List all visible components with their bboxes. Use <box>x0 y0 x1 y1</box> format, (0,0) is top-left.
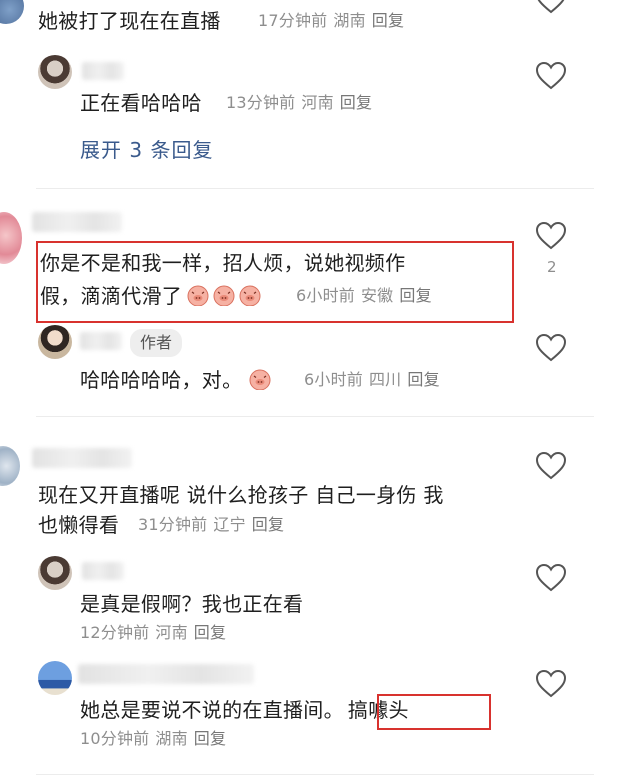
avatar[interactable] <box>38 661 72 695</box>
location: 四川 <box>368 370 402 389</box>
reply-meta: 12分钟前 河南 回复 <box>80 618 232 648</box>
reply-meta: 6小时前 四川 回复 <box>304 365 446 395</box>
username-blurred[interactable] <box>82 562 124 580</box>
location: 湖南 <box>333 11 366 30</box>
comment-meta: 17分钟前 湖南 回复 <box>258 6 410 36</box>
location: 河南 <box>301 93 334 112</box>
comment-text-line2: 假，滴滴代滑了 <box>40 281 264 311</box>
like-button[interactable] <box>536 564 566 592</box>
reply-text: 她总是要说不说的在直播间。 搞噱头 <box>80 695 409 725</box>
avatar[interactable] <box>0 0 24 24</box>
avatar[interactable] <box>38 325 72 359</box>
like-button[interactable] <box>536 62 566 90</box>
username-blurred[interactable] <box>80 332 122 350</box>
comment-text-line2: 也懒得看 <box>38 510 119 540</box>
username-blurred[interactable] <box>32 212 122 232</box>
reply-text: 正在看哈哈哈 <box>80 88 202 118</box>
reply-button[interactable]: 回复 <box>372 11 404 30</box>
comment-body-line1: 现在又开直播呢 说什么抢孩子 自己一身伤 我 <box>38 483 444 507</box>
timestamp: 17分钟前 <box>258 11 328 30</box>
username-blurred[interactable] <box>32 448 132 468</box>
reply-text: 是真是假啊？我也正在看 <box>80 589 303 619</box>
like-button[interactable] <box>536 0 566 14</box>
reply-body: 她总是要说不说的在直播间。 <box>80 698 344 722</box>
reply-button[interactable]: 回复 <box>252 515 284 534</box>
timestamp: 6小时前 <box>304 370 363 389</box>
divider <box>36 774 594 775</box>
heart-outline-icon <box>536 564 566 592</box>
reply-body: 哈哈哈哈哈，对。 <box>80 368 243 392</box>
timestamp: 13分钟前 <box>226 93 296 112</box>
reply-button[interactable]: 回复 <box>194 729 226 748</box>
like-count: 2 <box>547 258 557 276</box>
highlight-box <box>377 694 491 730</box>
username-blurred[interactable] <box>78 664 254 684</box>
heart-outline-icon <box>536 62 566 90</box>
comment-text: 她被打了现在在直播 <box>38 6 221 36</box>
comment-body-line1: 你是不是和我一样，招人烦，说她视频作 <box>40 251 406 275</box>
timestamp: 12分钟前 <box>80 623 150 642</box>
location: 辽宁 <box>213 515 246 534</box>
location: 湖南 <box>155 729 188 748</box>
expand-replies-link[interactable]: 展开 3 条回复 <box>80 134 213 163</box>
author-badge: 作者 <box>130 329 183 357</box>
avatar[interactable] <box>38 556 72 590</box>
pig-face-emoji-icon <box>238 284 264 308</box>
comment-text: 现在又开直播呢 说什么抢孩子 自己一身伤 我 <box>38 480 444 510</box>
pig-face-emoji-icon <box>248 368 274 392</box>
reply-body: 是真是假啊？我也正在看 <box>80 592 304 616</box>
pig-face-emoji-icon <box>186 284 212 308</box>
comment-body-line2: 假，滴滴代滑了 <box>40 284 183 308</box>
reply-text: 哈哈哈哈哈，对。 <box>80 365 274 395</box>
reply-button[interactable]: 回复 <box>399 286 431 305</box>
like-button[interactable] <box>536 222 566 250</box>
avatar[interactable] <box>0 212 22 264</box>
comment-body: 她被打了现在在直播 <box>38 9 221 33</box>
comment-meta: 6小时前 安徽 回复 <box>296 281 438 311</box>
heart-outline-icon <box>536 334 566 362</box>
like-button[interactable] <box>536 670 566 698</box>
location: 河南 <box>155 623 188 642</box>
location: 安徽 <box>360 286 394 305</box>
username-blurred[interactable] <box>82 62 124 80</box>
reply-meta: 13分钟前 河南 回复 <box>226 88 378 118</box>
avatar[interactable] <box>38 55 72 89</box>
like-button[interactable] <box>536 334 566 362</box>
divider <box>36 188 594 189</box>
divider <box>36 416 594 417</box>
pig-face-emoji-icon <box>212 284 238 308</box>
timestamp: 10分钟前 <box>80 729 150 748</box>
heart-outline-icon <box>537 0 565 14</box>
comment-meta: 31分钟前 辽宁 回复 <box>138 510 290 540</box>
reply-body: 正在看哈哈哈 <box>80 91 202 115</box>
comment-body-line2: 也懒得看 <box>38 513 120 537</box>
comment-text: 你是不是和我一样，招人烦，说她视频作 <box>40 248 405 278</box>
reply-button[interactable]: 回复 <box>194 623 226 642</box>
like-button[interactable] <box>536 452 566 480</box>
reply-meta: 10分钟前 湖南 回复 <box>80 724 232 754</box>
avatar[interactable] <box>0 446 20 486</box>
timestamp: 6小时前 <box>296 286 355 305</box>
reply-button[interactable]: 回复 <box>407 370 439 389</box>
reply-button[interactable]: 回复 <box>340 93 372 112</box>
heart-outline-icon <box>536 222 566 250</box>
heart-outline-icon <box>536 670 566 698</box>
heart-outline-icon <box>536 452 566 480</box>
timestamp: 31分钟前 <box>138 515 208 534</box>
